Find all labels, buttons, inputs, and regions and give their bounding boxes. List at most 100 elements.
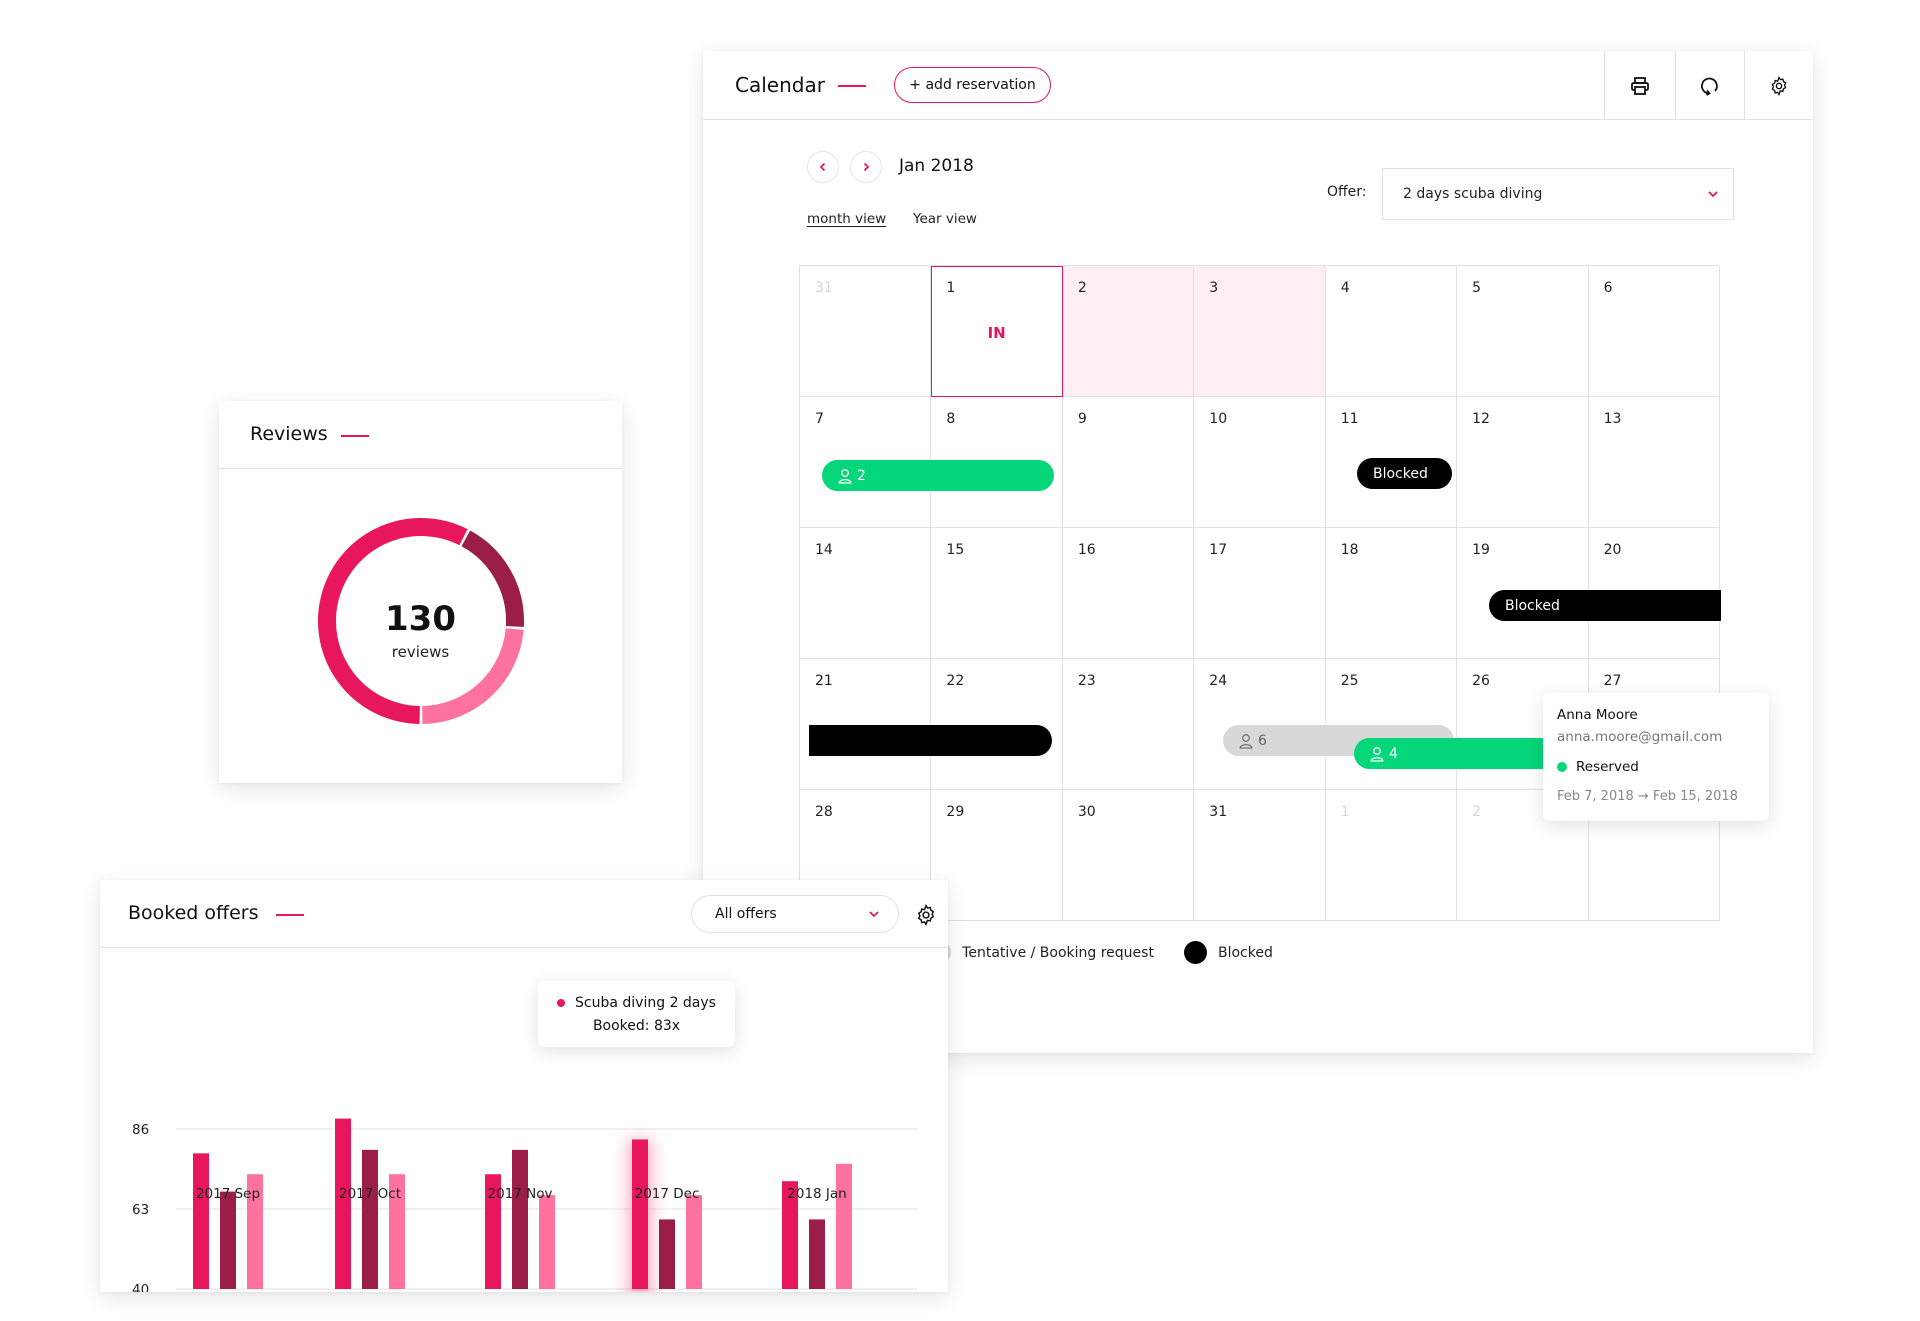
bar — [659, 1219, 675, 1289]
reviews-total-label: reviews — [391, 643, 450, 661]
booking-label: Blocked — [1505, 597, 1560, 614]
calendar-day-cell[interactable]: 1 IN — [931, 266, 1063, 397]
calendar-day-cell[interactable]: 1 — [1325, 790, 1458, 921]
blocked-booking-bar[interactable]: Blocked — [1489, 590, 1721, 621]
calendar-day-cell[interactable]: 18 — [1325, 528, 1458, 659]
day-number: 11 — [1340, 411, 1359, 427]
settings-button[interactable] — [1744, 51, 1813, 120]
calendar-day-cell[interactable]: 12 — [1457, 397, 1589, 528]
offers-filter-select[interactable]: All offers — [691, 895, 899, 933]
calendar-day-cell[interactable]: 3 — [1194, 266, 1326, 397]
calendar-day-cell[interactable]: 16 — [1062, 528, 1195, 659]
day-number: 13 — [1603, 411, 1622, 427]
day-number: 27 — [1603, 673, 1622, 689]
calendar-day-cell[interactable]: 31 — [800, 266, 932, 397]
day-number: 16 — [1077, 542, 1096, 558]
day-number: 3 — [1209, 280, 1219, 296]
title-accent-dash — [276, 914, 304, 916]
chevron-down-icon — [869, 911, 879, 918]
month-view-link[interactable]: month view — [807, 211, 886, 227]
day-number: 20 — [1603, 542, 1622, 558]
reserved-booking-bar[interactable]: 4 — [1354, 738, 1554, 769]
donut-slice-3 — [421, 628, 524, 724]
day-number: 29 — [946, 804, 965, 820]
x-tick-label: 2017 Oct — [339, 1186, 401, 1202]
calendar-day-cell[interactable]: 29 — [931, 790, 1063, 921]
day-number: 4 — [1340, 280, 1350, 296]
bar — [809, 1219, 825, 1289]
calendar-day-cell[interactable]: 10 — [1194, 397, 1326, 528]
prev-month-button[interactable] — [807, 151, 839, 183]
day-number: 28 — [815, 804, 833, 820]
chart-settings-button[interactable] — [915, 903, 937, 927]
bar — [632, 1139, 648, 1289]
legend-item: Tentative / Booking request — [928, 941, 1154, 964]
bar — [836, 1163, 852, 1289]
calendar-day-cell[interactable]: 31 — [1194, 790, 1326, 921]
day-number: 9 — [1077, 411, 1087, 427]
person-icon — [1239, 733, 1253, 749]
reserved-booking-bar[interactable]: 2 — [822, 460, 1054, 491]
calendar-day-cell[interactable]: 5 — [1457, 266, 1589, 397]
day-number: 6 — [1603, 280, 1613, 296]
booking-status: Reserved — [1557, 759, 1639, 775]
calendar-day-cell[interactable]: 30 — [1062, 790, 1195, 921]
series-dot — [557, 999, 566, 1007]
check-in-label: IN — [987, 324, 1006, 342]
refresh-button[interactable] — [1675, 51, 1744, 120]
reviews-title: Reviews — [250, 423, 328, 445]
calendar-day-cell[interactable]: 23 — [1062, 659, 1195, 790]
legend-label: Blocked — [1217, 944, 1273, 961]
day-number: 1 — [946, 280, 956, 296]
calendar-day-cell[interactable]: 15 — [931, 528, 1063, 659]
day-number: 24 — [1209, 673, 1228, 689]
year-view-link[interactable]: Year view — [913, 211, 977, 227]
next-month-button[interactable] — [850, 151, 882, 183]
printer-icon — [1631, 76, 1649, 95]
day-number: 2 — [1472, 804, 1482, 820]
booked-offers-title: Booked offers — [128, 902, 259, 924]
bar — [539, 1195, 555, 1289]
tooltip-series-label: Scuba diving 2 days — [575, 995, 716, 1011]
day-number: 5 — [1472, 280, 1482, 296]
day-number: 21 — [815, 673, 833, 689]
calendar-day-cell[interactable]: 17 — [1194, 528, 1326, 659]
calendar-day-cell[interactable]: 4 — [1325, 266, 1458, 397]
chevron-left-icon — [819, 162, 826, 172]
day-number: 14 — [815, 542, 833, 558]
calendar-day-cell[interactable]: 6 — [1588, 266, 1720, 397]
calendar-grid: 31 1 IN 2 3 4 5 6 7 8 9 10 11 12 13 14 15 16 17 18 19 20 21 22 2… — [799, 265, 1721, 921]
day-number: 19 — [1472, 542, 1490, 558]
x-tick-label: 2017 Nov — [488, 1186, 553, 1202]
day-number: 7 — [815, 411, 824, 427]
calendar-title: Calendar — [735, 73, 825, 97]
print-button[interactable] — [1604, 51, 1675, 120]
booked-offers-card: Booked offers All offers 40 63 86 2017 Sep 2… — [100, 880, 948, 1292]
calendar-day-cell[interactable]: 2 — [1062, 266, 1195, 397]
blocked-booking-bar[interactable] — [809, 725, 1052, 756]
booking-dates: Feb 7, 2018 → Feb 15, 2018 — [1557, 789, 1738, 804]
bar — [193, 1153, 209, 1289]
chevron-right-icon — [863, 162, 870, 172]
refresh-icon — [1701, 77, 1718, 96]
x-tick-label: 2018 Jan — [787, 1186, 846, 1202]
y-tick-label: 63 — [132, 1202, 149, 1218]
day-number: 31 — [815, 280, 833, 296]
day-number: 12 — [1472, 411, 1490, 427]
booked-offers-bar-chart: 40 63 86 2017 Sep 2017 Oct 2017 Nov 2017 Dec 20… — [132, 1118, 917, 1292]
calendar-day-cell[interactable]: 14 — [800, 528, 932, 659]
day-number: 30 — [1077, 804, 1096, 820]
booking-label: Blocked — [1373, 465, 1428, 482]
status-label: Reserved — [1576, 759, 1639, 775]
offer-select[interactable]: 2 days scuba diving — [1382, 168, 1734, 220]
reviews-card: Reviews 130 reviews — [219, 401, 622, 783]
day-number: 1 — [1340, 804, 1350, 820]
chart-tooltip: Scuba diving 2 days Booked: 83x — [538, 981, 735, 1047]
blocked-booking-bar[interactable]: Blocked — [1357, 458, 1452, 489]
calendar-day-cell[interactable]: 13 — [1588, 397, 1720, 528]
calendar-day-cell[interactable]: 9 — [1062, 397, 1195, 528]
add-reservation-button[interactable]: + add reservation — [894, 67, 1051, 103]
day-number: 23 — [1077, 673, 1096, 689]
calendar-header: Calendar + add reservation — [703, 51, 1813, 120]
offer-label: Offer: — [1327, 184, 1367, 200]
